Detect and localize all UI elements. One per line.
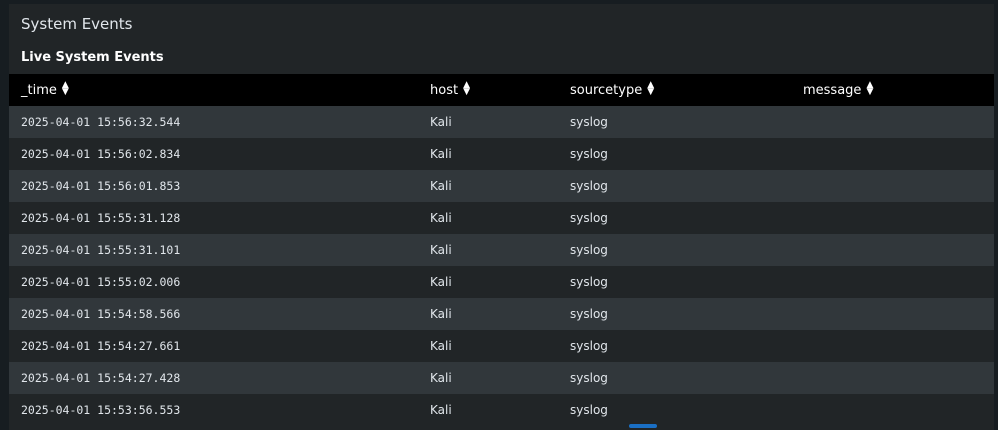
- dashboard-panel: System Events Live System Events _time ▲ ▼…: [9, 4, 994, 430]
- visualization-title: Live System Events: [21, 50, 164, 65]
- cell-host[interactable]: Kali: [418, 106, 558, 138]
- cell-sourcetype[interactable]: syslog: [558, 298, 791, 330]
- cell-time[interactable]: 2025-04-01 15:55:02.006: [9, 266, 418, 298]
- cell-host[interactable]: Kali: [418, 266, 558, 298]
- table-header-row: _time ▲ ▼ host ▲ ▼ sourcetype ▲ ▼ message ▲ ▼: [9, 74, 994, 106]
- column-header-time[interactable]: _time ▲ ▼: [9, 74, 418, 106]
- table-row[interactable]: 2025-04-01 15:55:31.128 Kali syslog: [9, 202, 994, 234]
- table-row[interactable]: 2025-04-01 15:56:01.853 Kali syslog: [9, 170, 994, 202]
- cell-message[interactable]: [791, 234, 994, 266]
- cell-message[interactable]: [791, 394, 994, 426]
- cell-time[interactable]: 2025-04-01 15:56:02.834: [9, 138, 418, 170]
- cell-time[interactable]: 2025-04-01 15:54:27.661: [9, 330, 418, 362]
- cell-sourcetype[interactable]: syslog: [558, 138, 791, 170]
- events-table: _time ▲ ▼ host ▲ ▼ sourcetype ▲ ▼ message ▲ ▼ 20…: [9, 74, 994, 426]
- column-header-label: sourcetype: [570, 82, 643, 98]
- table-row[interactable]: 2025-04-01 15:54:27.661 Kali syslog: [9, 330, 994, 362]
- table-row[interactable]: 2025-04-01 15:55:31.101 Kali syslog: [9, 234, 994, 266]
- cell-host[interactable]: Kali: [418, 234, 558, 266]
- sort-icon[interactable]: ▲ ▼: [866, 81, 873, 97]
- cell-host[interactable]: Kali: [418, 202, 558, 234]
- cell-message[interactable]: [791, 298, 994, 330]
- cell-sourcetype[interactable]: syslog: [558, 234, 791, 266]
- column-header-label: _time: [21, 82, 57, 98]
- cell-message[interactable]: [791, 202, 994, 234]
- cell-message[interactable]: [791, 362, 994, 394]
- sort-icon[interactable]: ▲ ▼: [463, 81, 470, 97]
- cell-message[interactable]: [791, 106, 994, 138]
- cell-sourcetype[interactable]: syslog: [558, 394, 791, 426]
- table-row[interactable]: 2025-04-01 15:56:32.544 Kali syslog: [9, 106, 994, 138]
- table-body: 2025-04-01 15:56:32.544 Kali syslog 2025…: [9, 106, 994, 426]
- sort-icon[interactable]: ▲ ▼: [647, 81, 654, 97]
- cell-message[interactable]: [791, 330, 994, 362]
- table-row[interactable]: 2025-04-01 15:53:56.553 Kali syslog: [9, 394, 994, 426]
- cell-sourcetype[interactable]: syslog: [558, 202, 791, 234]
- cell-host[interactable]: Kali: [418, 330, 558, 362]
- cell-message[interactable]: [791, 266, 994, 298]
- cell-time[interactable]: 2025-04-01 15:54:58.566: [9, 298, 418, 330]
- column-header-message[interactable]: message ▲ ▼: [791, 74, 994, 106]
- cell-message[interactable]: [791, 138, 994, 170]
- sort-icon[interactable]: ▲ ▼: [62, 81, 69, 97]
- cell-host[interactable]: Kali: [418, 138, 558, 170]
- column-header-sourcetype[interactable]: sourcetype ▲ ▼: [558, 74, 791, 106]
- column-header-label: message: [803, 82, 862, 98]
- cell-host[interactable]: Kali: [418, 298, 558, 330]
- table-row[interactable]: 2025-04-01 15:54:27.428 Kali syslog: [9, 362, 994, 394]
- cell-time[interactable]: 2025-04-01 15:54:27.428: [9, 362, 418, 394]
- cell-time[interactable]: 2025-04-01 15:55:31.128: [9, 202, 418, 234]
- cell-host[interactable]: Kali: [418, 170, 558, 202]
- cell-message[interactable]: [791, 170, 994, 202]
- table-row[interactable]: 2025-04-01 15:54:58.566 Kali syslog: [9, 298, 994, 330]
- cell-sourcetype[interactable]: syslog: [558, 362, 791, 394]
- cell-time[interactable]: 2025-04-01 15:53:56.553: [9, 394, 418, 426]
- table-header: _time ▲ ▼ host ▲ ▼ sourcetype ▲ ▼ message ▲ ▼: [9, 74, 994, 106]
- table-row[interactable]: 2025-04-01 15:55:02.006 Kali syslog: [9, 266, 994, 298]
- table-row[interactable]: 2025-04-01 15:56:02.834 Kali syslog: [9, 138, 994, 170]
- column-header-host[interactable]: host ▲ ▼: [418, 74, 558, 106]
- panel-title: System Events: [21, 15, 133, 33]
- cell-sourcetype[interactable]: syslog: [558, 330, 791, 362]
- cell-time[interactable]: 2025-04-01 15:55:31.101: [9, 234, 418, 266]
- column-header-label: host: [430, 82, 459, 98]
- cell-sourcetype[interactable]: syslog: [558, 106, 791, 138]
- cell-host[interactable]: Kali: [418, 394, 558, 426]
- scrollbar-thumb[interactable]: [629, 424, 657, 428]
- cell-time[interactable]: 2025-04-01 15:56:01.853: [9, 170, 418, 202]
- cell-sourcetype[interactable]: syslog: [558, 266, 791, 298]
- cell-host[interactable]: Kali: [418, 362, 558, 394]
- cell-sourcetype[interactable]: syslog: [558, 170, 791, 202]
- cell-time[interactable]: 2025-04-01 15:56:32.544: [9, 106, 418, 138]
